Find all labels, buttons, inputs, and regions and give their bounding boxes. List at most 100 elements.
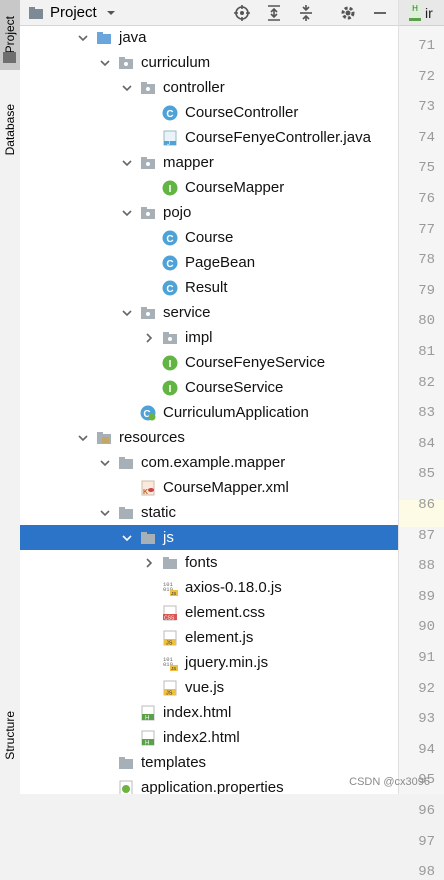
tree-item-label: CourseMapper <box>185 179 285 196</box>
tree-row-axios-0-18-0-js[interactable]: 101 010 JS axios-0.18.0.js <box>20 575 398 600</box>
tree-row-curriculumapplication[interactable]: C CurriculumApplication <box>20 400 398 425</box>
line-number: 71 <box>418 38 435 54</box>
line-number: 80 <box>418 313 435 330</box>
tree-row-coursemapper[interactable]: I CourseMapper <box>20 175 398 200</box>
tree-item-label: vue.js <box>185 679 225 696</box>
tree-row-templates[interactable]: templates <box>20 750 398 775</box>
tree-row-fonts[interactable]: fonts <box>20 550 398 575</box>
tree-item-label: CourseService <box>185 379 284 396</box>
tree-row-js[interactable]: js <box>20 525 398 550</box>
svg-text:K: K <box>143 489 148 496</box>
tree-item-label: index2.html <box>163 729 240 746</box>
folder-blue-icon <box>96 30 112 46</box>
chevron-down-icon[interactable] <box>121 157 133 169</box>
line-number: 91 <box>418 650 435 666</box>
tree-row-coursefenyeservice[interactable]: I CourseFenyeService <box>20 350 398 375</box>
editor-tab[interactable]: H ir <box>399 0 444 26</box>
xml-file-icon: K <box>140 480 156 496</box>
database-side-tab[interactable]: Database <box>0 90 20 170</box>
chevron-down-icon[interactable] <box>121 307 133 319</box>
tree-row-coursemapper-xml[interactable]: K CourseMapper.xml <box>20 475 398 500</box>
line-number: 97 <box>418 833 435 850</box>
tree-row-service[interactable]: service <box>20 300 398 325</box>
tree-row-pojo[interactable]: pojo <box>20 200 398 225</box>
tree-item-label: element.js <box>185 629 254 646</box>
chevron-right-icon[interactable] <box>143 332 155 344</box>
tree-item-label: java <box>119 29 147 46</box>
tree-row-java[interactable]: java <box>20 25 398 50</box>
chevron-down-icon[interactable] <box>121 207 133 219</box>
watermark: CSDN @cx3096 <box>349 776 430 788</box>
tree-row-resources[interactable]: resources <box>20 425 398 450</box>
tree-row-application-properties[interactable]: application.properties <box>20 775 398 794</box>
chevron-down-icon[interactable] <box>77 32 89 44</box>
svg-text:JS: JS <box>166 640 173 646</box>
chevron-down-icon[interactable] <box>77 432 89 444</box>
svg-text:C: C <box>166 234 173 245</box>
line-number: 79 <box>418 282 435 299</box>
tree-row-result[interactable]: C Result <box>20 275 398 300</box>
tree-row-index2-html[interactable]: Hindex2.html <box>20 725 398 750</box>
line-number: 82 <box>418 374 435 391</box>
tree-row-element-css[interactable]: CSS element.css <box>20 600 398 625</box>
tree-row-controller[interactable]: controller <box>20 75 398 100</box>
editor-tab-label: ir <box>425 4 433 21</box>
package-icon <box>140 80 156 96</box>
gear-icon[interactable] <box>338 3 358 23</box>
line-number: 88 <box>418 558 435 575</box>
chevron-down-icon[interactable] <box>121 82 133 94</box>
line-number: 81 <box>418 344 435 360</box>
collapse-all-icon[interactable] <box>296 3 316 23</box>
locate-icon[interactable] <box>232 3 252 23</box>
tree-row-coursefenyecontroller-java[interactable]: J CourseFenyeController.java <box>20 125 398 150</box>
tree-row-pagebean[interactable]: C PageBean <box>20 250 398 275</box>
chevron-down-icon[interactable] <box>99 457 111 469</box>
tree-row-index-html[interactable]: Hindex.html <box>20 700 398 725</box>
tree-row-vue-js[interactable]: JS vue.js <box>20 675 398 700</box>
tree-item-label: index.html <box>163 704 232 721</box>
line-number: 73 <box>418 99 435 116</box>
interface-i-icon: I <box>162 180 178 196</box>
tree-item-label: com.example.mapper <box>141 454 286 471</box>
structure-side-tab[interactable]: Structure <box>0 690 20 780</box>
chevron-down-icon <box>106 10 115 15</box>
tree-item-label: axios-0.18.0.js <box>185 579 282 596</box>
project-folder-icon <box>29 6 43 19</box>
tree-row-static[interactable]: static <box>20 500 398 525</box>
svg-text:J: J <box>167 141 170 146</box>
tree-item-label: impl <box>185 329 213 346</box>
project-side-tab-label: Project <box>3 16 17 54</box>
chevron-down-icon[interactable] <box>121 532 133 544</box>
tree-item-label: CourseController <box>185 104 299 121</box>
tree-row-mapper[interactable]: mapper <box>20 150 398 175</box>
package-icon <box>140 155 156 171</box>
folder-gray-icon <box>118 755 134 771</box>
chevron-right-icon[interactable] <box>143 557 155 569</box>
line-number: 93 <box>418 711 435 728</box>
tree-row-curriculum[interactable]: curriculum <box>20 50 398 75</box>
tree-row-com-example-mapper[interactable]: com.example.mapper <box>20 450 398 475</box>
line-number: 78 <box>418 252 435 269</box>
project-toolbar: Project <box>20 0 398 26</box>
tree-row-coursecontroller[interactable]: C CourseController <box>20 100 398 125</box>
tree-item-label: templates <box>141 754 207 771</box>
tree-item-label: curriculum <box>141 54 211 71</box>
chevron-down-icon[interactable] <box>99 507 111 519</box>
html-file-icon: H <box>140 730 156 746</box>
class-c-icon: C <box>162 255 178 271</box>
line-number: 74 <box>418 129 435 146</box>
expand-all-icon[interactable] <box>264 3 284 23</box>
tree-item-label: CourseFenyeController.java <box>185 129 371 146</box>
tree-row-course[interactable]: C Course <box>20 225 398 250</box>
tree-row-jquery-min-js[interactable]: 101 010 JS jquery.min.js <box>20 650 398 675</box>
minimize-icon[interactable] <box>370 3 390 23</box>
tree-row-element-js[interactable]: JS element.js <box>20 625 398 650</box>
tree-row-courseservice[interactable]: I CourseService <box>20 375 398 400</box>
project-view-selector[interactable]: Project <box>28 4 117 21</box>
line-number: 77 <box>418 221 435 238</box>
tree-item-label: CurriculumApplication <box>163 404 309 421</box>
line-number: 72 <box>418 68 435 85</box>
chevron-down-icon[interactable] <box>99 57 111 69</box>
tree-row-impl[interactable]: impl <box>20 325 398 350</box>
line-number: 84 <box>418 435 435 452</box>
